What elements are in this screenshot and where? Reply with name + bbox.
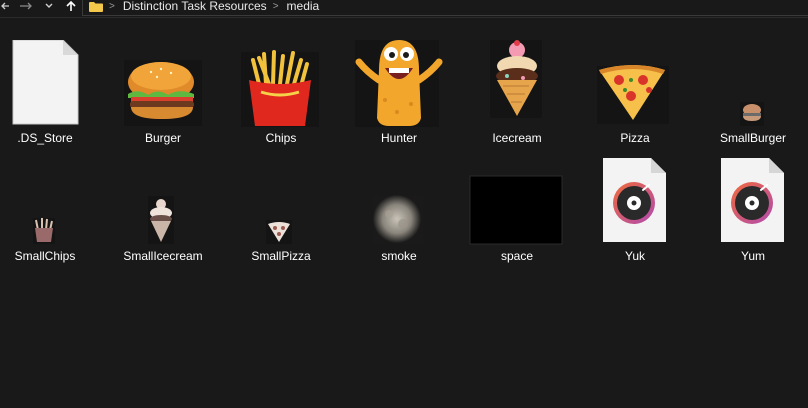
small-burger-image-icon — [740, 102, 764, 126]
file-name: Burger — [144, 131, 182, 145]
navigation-bar: > Distinction Task Resources > media — [0, 0, 808, 18]
audio-file-icon — [603, 158, 666, 242]
audio-file-icon — [721, 158, 784, 242]
file-name: SmallBurger — [719, 131, 787, 145]
blank-document-icon — [12, 40, 79, 125]
small-icecream-image-icon — [148, 196, 174, 244]
file-name: Yuk — [624, 249, 645, 263]
black-image-icon — [469, 175, 563, 245]
small-chips-image-icon — [33, 218, 55, 244]
burger-image-icon — [124, 60, 202, 126]
back-button[interactable] — [0, 0, 10, 12]
pizza-image-icon — [597, 65, 669, 124]
small-pizza-image-icon — [266, 220, 292, 244]
monster-image-icon — [355, 40, 443, 127]
arrow-up-icon — [66, 0, 76, 11]
file-name: Hunter — [380, 131, 418, 145]
address-bar[interactable]: > Distinction Task Resources > media — [82, 0, 808, 16]
arrow-right-icon — [20, 2, 32, 10]
file-name: SmallChips — [14, 249, 76, 263]
file-name: space — [500, 249, 534, 263]
smoke-image-icon — [373, 195, 423, 244]
file-name: Pizza — [620, 131, 650, 145]
file-name: smoke — [381, 249, 417, 263]
chips-image-icon — [241, 50, 319, 127]
chevron-down-icon — [45, 3, 53, 8]
file-name: Chips — [265, 131, 297, 145]
file-name: Icecream — [492, 131, 542, 145]
forward-button[interactable] — [16, 0, 36, 12]
breadcrumb-item[interactable]: media — [287, 0, 320, 13]
recent-locations-button[interactable] — [42, 0, 56, 12]
file-name: SmallIcecream — [123, 249, 203, 263]
breadcrumb-separator: > — [272, 0, 279, 12]
icecream-image-icon — [490, 40, 542, 118]
file-name: .DS_Store — [17, 131, 73, 145]
file-name: Yum — [740, 249, 765, 263]
arrow-left-icon — [1, 2, 9, 10]
breadcrumb-separator: > — [109, 0, 115, 12]
file-name: SmallPizza — [251, 249, 311, 263]
folder-icon — [89, 1, 103, 12]
up-button[interactable] — [62, 0, 80, 12]
breadcrumb-item[interactable]: Distinction Task Resources — [123, 0, 267, 13]
